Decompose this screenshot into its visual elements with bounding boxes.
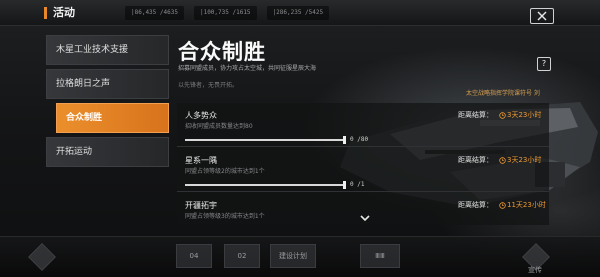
countdown-value: 11天23小时	[507, 201, 546, 209]
countdown: 3天23小时	[499, 110, 541, 120]
sidebar-item-label: 拉格朗日之声	[56, 79, 111, 89]
countdown-value: 3天23小时	[507, 156, 542, 164]
close-button[interactable]	[530, 8, 554, 24]
sidebar-item-lagrange[interactable]: 拉格朗日之声	[46, 69, 169, 99]
bottom-slot[interactable]: ⅢⅢ	[360, 244, 400, 268]
sidebar-item-united-victory[interactable]: 合众制胜	[56, 103, 169, 133]
progress-bar-end	[343, 181, 346, 189]
bottom-bar: 04 02 建设计划 ⅢⅢ 宣传	[0, 236, 600, 277]
guild-tag: 太空战略指挥学院课符号 刘	[466, 90, 540, 97]
progress-bar	[185, 139, 345, 141]
page-title: 活动	[44, 7, 75, 19]
task-description: 同盟占领等级3的城市达到1个	[185, 213, 265, 220]
countdown-value: 3天23小时	[507, 111, 542, 119]
bottom-slot[interactable]: 02	[224, 244, 260, 268]
close-icon	[537, 11, 547, 21]
event-subtitle: 招募同盟成员，协力攻占太空城，共同征服星辰大海	[178, 65, 317, 72]
task-row: 星系一隅 同盟占领等级2的城市达到1个 0 /1 距离结算： 3天23小时	[177, 148, 549, 192]
clock-icon	[499, 156, 506, 164]
clock-icon	[499, 111, 506, 119]
task-name: 人多势众	[185, 111, 217, 120]
task-row: 人多势众 招收同盟成员数量达到80 0 /80 距离结算： 3天23小时	[177, 103, 549, 147]
sidebar-item-expansion[interactable]: 开拓运动	[46, 137, 169, 167]
event-title: 合众制胜	[178, 40, 266, 64]
sidebar-item-label: 开拓运动	[56, 147, 93, 157]
event-tagline: 以先锋者，无畏开拓。	[178, 82, 239, 89]
bottom-slot[interactable]: 04	[176, 244, 212, 268]
help-button[interactable]: ?	[537, 57, 551, 71]
propaganda-label: 宣传	[528, 266, 542, 274]
task-name: 开疆拓宇	[185, 201, 217, 210]
timer-label: 距离结算：	[458, 201, 493, 209]
progress-value: 0 /1	[350, 181, 365, 188]
resource-counter: |286,235 /5425	[266, 6, 330, 20]
task-name: 星系一隅	[185, 156, 217, 165]
countdown: 11天23小时	[499, 200, 546, 210]
task-list[interactable]: 人多势众 招收同盟成员数量达到80 0 /80 距离结算： 3天23小时 星系一…	[177, 103, 549, 225]
clock-icon	[499, 201, 506, 209]
task-description: 招收同盟成员数量达到80	[185, 123, 253, 130]
resource-counter: |86,435 /4635	[125, 6, 184, 20]
progress-bar-end	[343, 136, 346, 144]
sidebar-item-label: 木星工业技术支援	[56, 45, 129, 55]
chevron-down-icon[interactable]	[359, 214, 371, 222]
build-plan-button[interactable]: 建设计划	[270, 244, 316, 268]
menu-icon[interactable]	[28, 243, 56, 271]
top-bar: 活动 |86,435 /4635 |100,735 /1615 |286,235…	[0, 0, 600, 26]
task-description: 同盟占领等级2的城市达到1个	[185, 168, 265, 175]
countdown: 3天23小时	[499, 155, 541, 165]
timer-label: 距离结算：	[458, 156, 493, 164]
resource-strip: |86,435 /4635 |100,735 /1615 |286,235 /5…	[125, 6, 330, 20]
sidebar-item-label: 合众制胜	[66, 113, 103, 123]
progress-bar	[185, 184, 345, 186]
resource-counter: |100,735 /1615	[193, 6, 257, 20]
timer-label: 距离结算：	[458, 111, 493, 119]
sidebar-item-jupiter-tech[interactable]: 木星工业技术支援	[46, 35, 169, 65]
activity-sidebar: 木星工业技术支援 拉格朗日之声 合众制胜 开拓运动	[46, 35, 169, 171]
progress-value: 0 /80	[350, 136, 369, 143]
